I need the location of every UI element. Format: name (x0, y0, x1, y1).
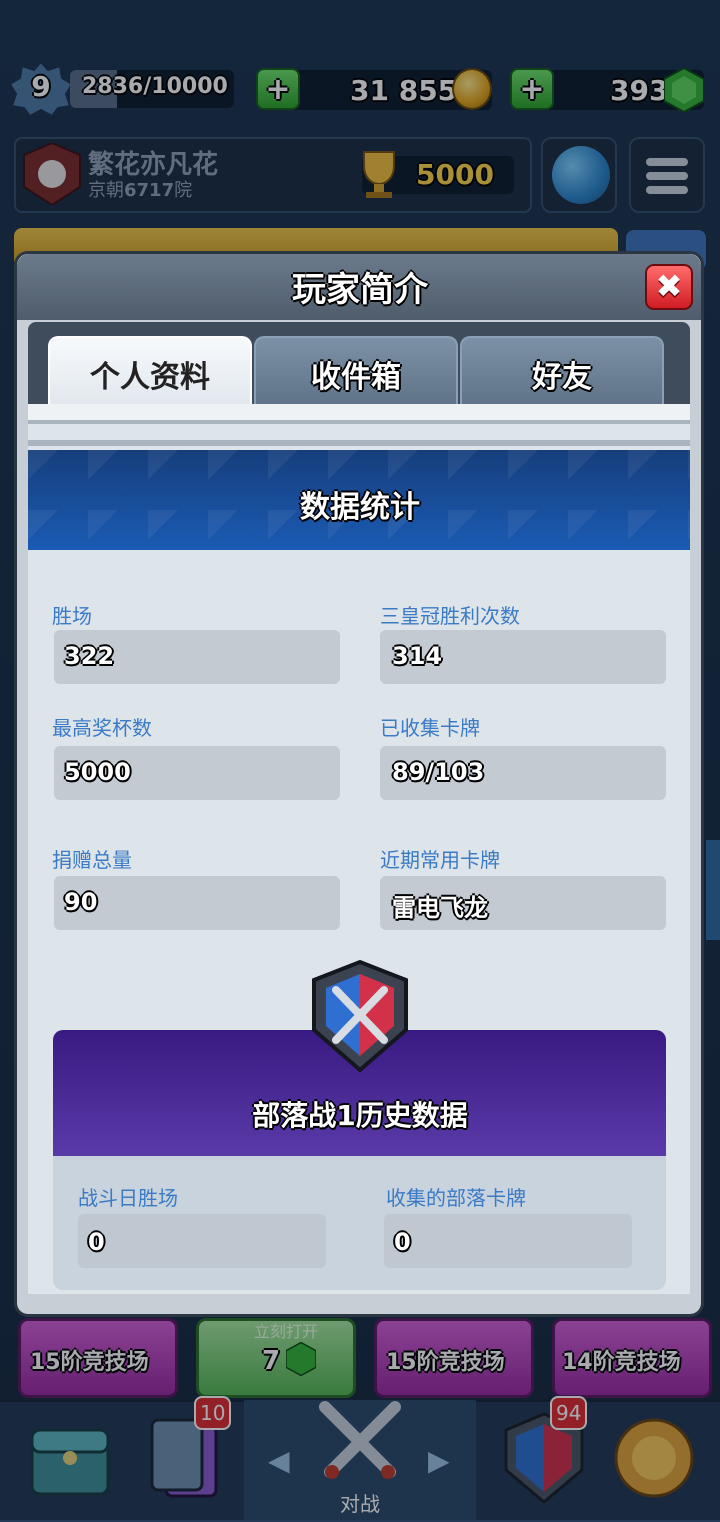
war-label-clan-cards: 收集的部落卡牌 (386, 1186, 526, 1210)
clan-war-shield-icon (312, 960, 408, 1072)
tab-inbox-label: 收件箱 (311, 360, 401, 395)
stats-title: 数据统计 (300, 490, 420, 525)
close-button[interactable]: ✖ (645, 264, 693, 310)
stat-value-three-crown: 314 (392, 642, 443, 670)
stat-label-three-crown: 三皇冠胜利次数 (380, 604, 520, 628)
stat-value-cards-found: 89/103 (392, 758, 485, 786)
close-icon: ✖ (655, 267, 683, 305)
stat-label-donations: 捐赠总量 (52, 848, 132, 872)
modal-title: 玩家简介 (292, 270, 428, 310)
stat-value-favorite-card: 雷电飞龙 (392, 894, 488, 922)
stat-label-best-trophies: 最高奖杯数 (52, 716, 152, 740)
stat-value-wins: 322 (64, 642, 115, 670)
stat-value-best-trophies: 5000 (64, 758, 131, 786)
war-value-battle-day-wins: 0 (88, 1228, 105, 1256)
tab-profile-label: 个人资料 (90, 360, 210, 395)
stat-label-cards-found: 已收集卡牌 (380, 716, 480, 740)
war-label-battle-day-wins: 战斗日胜场 (78, 1186, 178, 1210)
stat-label-favorite-card: 近期常用卡牌 (380, 848, 500, 872)
war-box-battle-day-wins (78, 1214, 326, 1268)
tab-friends-label: 好友 (532, 360, 592, 395)
clan-war-title: 部落战1历史数据 (252, 1099, 468, 1132)
stat-value-donations: 90 (64, 888, 98, 916)
war-value-clan-cards: 0 (394, 1228, 411, 1256)
divider (28, 404, 690, 420)
war-box-clan-cards (384, 1214, 632, 1268)
stat-label-wins: 胜场 (52, 604, 92, 628)
